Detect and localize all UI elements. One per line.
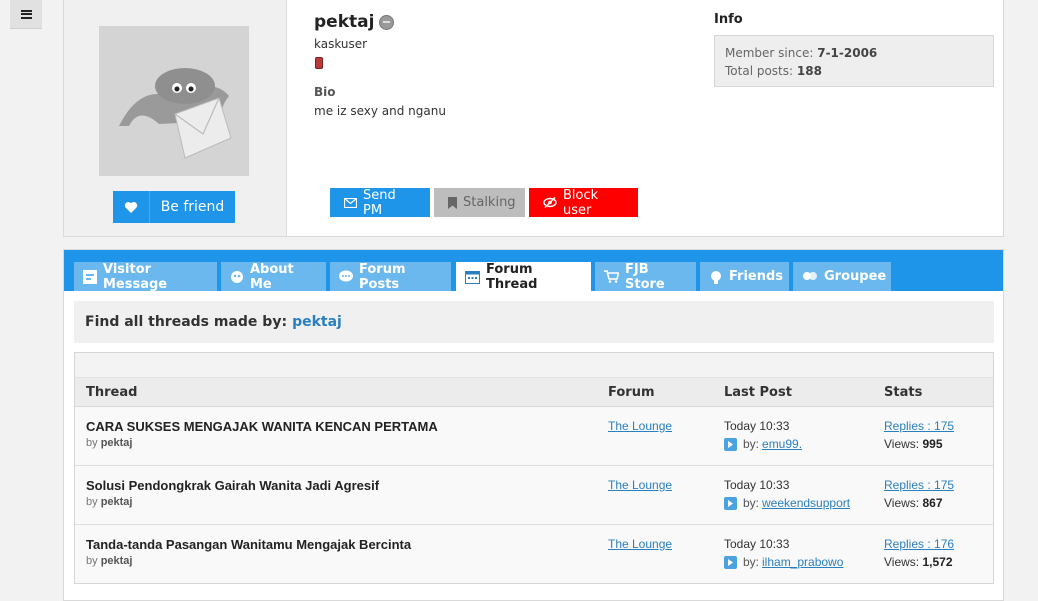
header-last-post: Last Post	[724, 385, 792, 400]
last-post-by: by: emu99.	[724, 437, 802, 451]
bio-text: me iz sexy and nganu	[314, 104, 446, 118]
replies-link[interactable]: Replies : 176	[884, 537, 954, 551]
member-since: Member since: 7-1-2006	[725, 46, 878, 60]
bio-label: Bio	[314, 85, 336, 99]
calendar-icon	[465, 270, 480, 284]
user-rank: kaskuser	[314, 37, 368, 51]
tab-about-me[interactable]: About Me	[221, 262, 326, 292]
tab-groupee[interactable]: Groupee	[793, 262, 891, 291]
friends-icon	[709, 270, 723, 284]
arrow-right-icon[interactable]	[724, 555, 737, 569]
arrow-right-icon[interactable]	[724, 496, 737, 510]
info-heading: Info	[714, 12, 743, 27]
thread-title[interactable]: CARA SUKSES MENGAJAK WANITA KENCAN PERTA…	[86, 419, 438, 434]
last-post-time: Today 10:33	[724, 419, 790, 433]
menu-button[interactable]	[10, 0, 42, 29]
table-header: Thread Forum Last Post Stats	[75, 378, 993, 407]
table-row: Solusi Pendongkrak Gairah Wanita Jadi Ag…	[75, 466, 993, 525]
last-post-user-link[interactable]: ilham_prabowo	[762, 555, 843, 569]
tab-fjb-store[interactable]: FJB Store	[595, 262, 696, 292]
avatar	[99, 26, 249, 176]
thread-forum-link[interactable]: The Lounge	[608, 419, 672, 433]
tab-forum-thread[interactable]: Forum Thread	[456, 262, 591, 292]
thread-title[interactable]: Tanda-tanda Pasangan Wanitamu Mengajak B…	[86, 537, 411, 552]
views-count: Views: 995	[884, 437, 943, 451]
info-box: Member since: 7-1-2006 Total posts: 188	[714, 35, 994, 87]
block-user-button[interactable]: Block user	[529, 188, 638, 218]
views-count: Views: 867	[884, 496, 943, 510]
thread-author: by pektaj	[86, 555, 133, 567]
profile-actions: Send PM Stalking Block user	[330, 188, 638, 218]
tab-visitor-message[interactable]: Visitor Message	[74, 262, 217, 292]
hamburger-icon	[20, 9, 32, 19]
envelope-icon	[344, 197, 357, 208]
table-row: CARA SUKSES MENGAJAK WANITA KENCAN PERTA…	[75, 407, 993, 466]
table-row: Tanda-tanda Pasangan Wanitamu Mengajak B…	[75, 525, 993, 583]
avatar-panel: Be friend	[64, 0, 287, 236]
thread-author: by pektaj	[86, 437, 133, 449]
reputation-icon	[315, 57, 323, 69]
send-pm-button[interactable]: Send PM	[330, 188, 430, 218]
message-icon	[83, 269, 97, 284]
arrow-right-icon[interactable]	[724, 437, 737, 451]
thread-author: by pektaj	[86, 496, 133, 508]
last-post-by: by: weekendsupport	[724, 496, 850, 510]
find-threads-user[interactable]: pektaj	[292, 314, 342, 330]
offline-status-icon	[379, 15, 394, 30]
last-post-user-link[interactable]: emu99.	[762, 437, 802, 451]
cart-icon	[604, 270, 619, 283]
last-post-user-link[interactable]: weekendsupport	[762, 496, 850, 510]
bookmark-icon	[448, 196, 457, 209]
be-friend-button[interactable]: Be friend	[113, 191, 235, 223]
profile-tabs-panel: Visitor Message About Me Forum Posts For…	[63, 249, 1004, 601]
table-top-bar	[75, 353, 993, 378]
thread-title[interactable]: Solusi Pendongkrak Gairah Wanita Jadi Ag…	[86, 478, 379, 493]
thread-table: Thread Forum Last Post Stats CARA SUKSES…	[74, 352, 994, 584]
kaskus-mascot-icon	[119, 68, 232, 159]
heart-icon	[113, 191, 150, 223]
last-post-time: Today 10:33	[724, 537, 790, 551]
thread-forum-link[interactable]: The Lounge	[608, 478, 672, 492]
header-stats: Stats	[884, 385, 923, 400]
eye-slash-icon	[543, 197, 557, 208]
tab-strip: Visitor Message About Me Forum Posts For…	[64, 250, 1003, 292]
profile-card: Be friend pektaj kaskuser Bio me iz sexy…	[63, 0, 1004, 237]
username: pektaj	[314, 12, 375, 32]
header-thread: Thread	[86, 385, 138, 400]
replies-link[interactable]: Replies : 175	[884, 478, 954, 492]
find-threads-banner: Find all threads made by: pektaj	[74, 301, 994, 343]
replies-link[interactable]: Replies : 175	[884, 419, 954, 433]
find-threads-label: Find all threads made by:	[85, 314, 288, 330]
stalking-button[interactable]: Stalking	[434, 188, 525, 217]
mascot-icon	[230, 270, 244, 284]
tab-friends[interactable]: Friends	[700, 262, 789, 291]
thread-forum-link[interactable]: The Lounge	[608, 537, 672, 551]
last-post-by: by: ilham_prabowo	[724, 555, 843, 569]
be-friend-label: Be friend	[160, 199, 225, 215]
chat-icon	[339, 270, 353, 283]
tab-forum-posts[interactable]: Forum Posts	[330, 262, 451, 292]
last-post-time: Today 10:33	[724, 478, 790, 492]
header-forum: Forum	[608, 385, 655, 400]
total-posts: Total posts: 188	[725, 64, 822, 78]
group-icon	[802, 270, 818, 284]
views-count: Views: 1,572	[884, 555, 953, 569]
